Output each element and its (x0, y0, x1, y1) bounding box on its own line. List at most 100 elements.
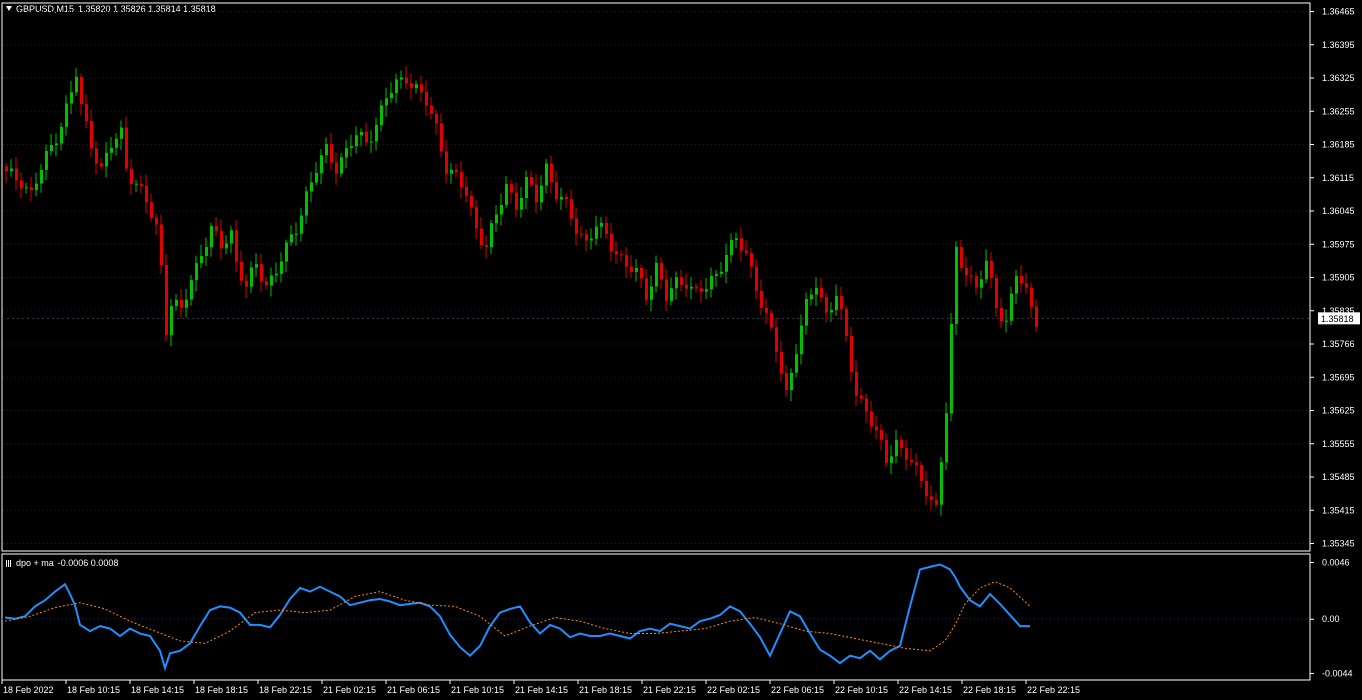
candle (290, 225, 293, 247)
candle (580, 225, 583, 239)
candle-body (380, 105, 383, 125)
candle-body (405, 77, 408, 84)
candle-body (880, 430, 883, 440)
candle-body (835, 295, 838, 311)
candle (570, 189, 573, 226)
candle (605, 216, 608, 239)
candle (390, 82, 393, 103)
candle-body (740, 238, 743, 251)
candle-body (570, 199, 573, 219)
candle-body (110, 147, 113, 153)
trading-chart[interactable]: 1.36465 1.36395 1.36325 1.36255 1.36185 1.361… (0, 0, 1362, 700)
candle (900, 435, 903, 457)
candle (815, 277, 818, 306)
candle-body (440, 123, 443, 152)
current-price-label: 1.35818 (1321, 314, 1354, 324)
candle-body (460, 172, 463, 187)
candle-body (135, 183, 138, 185)
candle-body (775, 327, 778, 353)
candle-body (225, 243, 228, 249)
candle (550, 155, 553, 194)
candle (360, 128, 363, 147)
price-tick-label: 1.36465 (1322, 7, 1355, 17)
candle-body (975, 276, 978, 288)
candle (195, 255, 198, 292)
candle-body (800, 325, 803, 355)
candle-body (955, 246, 958, 324)
candle-body (575, 218, 578, 234)
candle-body (490, 223, 493, 248)
candle-body (785, 373, 788, 391)
candle (150, 193, 153, 222)
indicator-tick-label: 0.0046 (1322, 558, 1350, 568)
price-tick-label: 1.36185 (1322, 140, 1355, 150)
candle-body (335, 162, 338, 174)
price-tick-label: 1.35695 (1322, 372, 1355, 382)
candle (595, 215, 598, 246)
candle-body (45, 151, 48, 170)
candle (350, 134, 353, 157)
candle-body (720, 271, 723, 274)
candle (35, 172, 38, 197)
candle-body (855, 371, 858, 396)
candle (575, 207, 578, 245)
candle-body (305, 191, 308, 216)
candle (45, 144, 48, 181)
candle (975, 272, 978, 295)
candle (55, 133, 58, 157)
candle-body (185, 299, 188, 308)
candle-body (580, 233, 583, 235)
candle-body (645, 278, 648, 300)
candle-body (1030, 287, 1033, 307)
candle (875, 415, 878, 440)
candle (980, 270, 983, 299)
candle-body (920, 464, 923, 481)
candle (1005, 309, 1008, 333)
candle (40, 163, 43, 193)
candle-body (945, 413, 948, 463)
candle (420, 75, 423, 102)
time-tick-label: 18 Feb 2022 (3, 685, 54, 695)
candle-body (925, 480, 928, 497)
candle (760, 279, 763, 316)
candle (320, 149, 323, 184)
candle (220, 219, 223, 260)
candle (60, 122, 63, 151)
candle (285, 239, 288, 273)
candle-body (845, 308, 848, 337)
time-tick-label: 18 Feb 18:15 (195, 685, 248, 695)
candle (790, 368, 793, 402)
candle (460, 161, 463, 199)
candle (785, 364, 788, 397)
candle-body (850, 336, 853, 372)
candle (380, 100, 383, 132)
candle-body (545, 163, 548, 186)
candle (120, 120, 123, 150)
candle (385, 87, 388, 117)
candle (810, 288, 813, 306)
candle-body (995, 277, 998, 309)
candle-body (220, 230, 223, 249)
candle (640, 264, 643, 289)
candle (850, 326, 853, 382)
candle-body (685, 284, 688, 289)
price-tick-label: 1.36395 (1322, 40, 1355, 50)
candle-body (865, 398, 868, 412)
candle (650, 275, 653, 312)
candle (935, 492, 938, 508)
candle-body (605, 222, 608, 235)
candle (870, 401, 873, 433)
candle-body (820, 288, 823, 298)
candle-body (410, 83, 413, 89)
candle (310, 172, 313, 203)
candle (690, 277, 693, 300)
candle (345, 139, 348, 169)
candle-body (745, 250, 748, 253)
candle-body (90, 120, 93, 149)
candle (5, 163, 8, 183)
candle-body (170, 306, 173, 335)
candle-body (675, 277, 678, 289)
candle-body (65, 103, 68, 127)
candle-body (770, 312, 773, 328)
candle-body (940, 462, 943, 505)
